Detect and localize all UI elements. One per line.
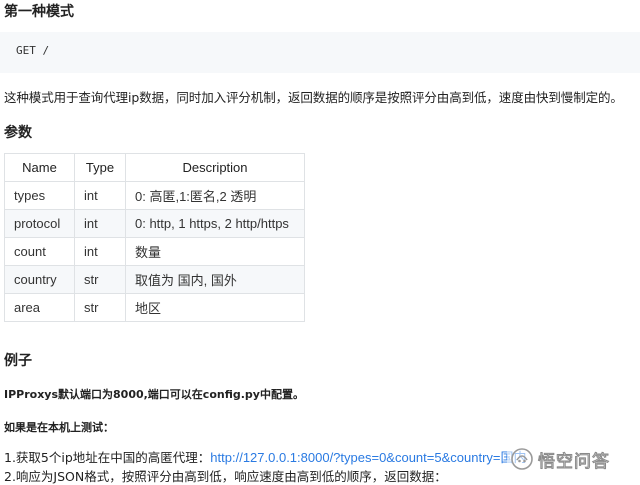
mode-description: 这种模式用于查询代理ip数据，同时加入评分机制，返回数据的顺序是按照评分由高到低…: [4, 90, 623, 105]
table-header-name: Name: [4, 153, 75, 182]
example-url-link[interactable]: http://127.0.0.1:8000/?types=0&count=5&c…: [210, 450, 526, 465]
port-note: IPProxys默认端口为8000,端口可以在config.py中配置。: [4, 388, 304, 401]
table-cell-description: 0: 高匿,1:匿名,2 透明: [125, 181, 305, 210]
table-cell-name: count: [4, 237, 75, 266]
table-cell-description: 数量: [125, 237, 305, 266]
section-title-mode: 第一种模式: [4, 4, 74, 20]
table-cell-type: int: [74, 237, 126, 266]
table-cell-description: 地区: [125, 293, 305, 322]
table-row: country str 取值为 国内, 国外: [4, 265, 305, 294]
section-title-params: 参数: [4, 125, 32, 141]
code-block: GET /: [0, 32, 640, 73]
table-cell-type: str: [74, 265, 126, 294]
example-step-2: 2.响应为JSON格式，按照评分由高到低，响应速度由高到低的顺序，返回数据：: [4, 469, 447, 484]
table-cell-description: 0: http, 1 https, 2 http/https: [125, 209, 305, 238]
table-header-type: Type: [74, 153, 126, 182]
table-cell-description: 取值为 国内, 国外: [125, 265, 305, 294]
code-text: GET /: [16, 44, 50, 57]
local-test-note: 如果是在本机上测试：: [4, 421, 114, 434]
table-row: count int 数量: [4, 237, 305, 266]
table-row: area str 地区: [4, 293, 305, 322]
watermark: 悟空问答: [507, 446, 614, 472]
table-cell-type: int: [74, 181, 126, 210]
wukong-logo-icon: [511, 448, 533, 470]
table-header-description: Description: [125, 153, 305, 182]
table-row: protocol int 0: http, 1 https, 2 http/ht…: [4, 209, 305, 238]
step-1-text: 1.获取5个ip地址在中国的高匿代理：: [4, 450, 211, 465]
table-cell-name: area: [4, 293, 75, 322]
example-step-1: 1.获取5个ip地址在中国的高匿代理：http://127.0.0.1:8000…: [4, 447, 527, 466]
table-cell-name: country: [4, 265, 75, 294]
table-header-row: Name Type Description: [4, 153, 305, 182]
section-title-example: 例子: [4, 353, 32, 369]
table-row: types int 0: 高匿,1:匿名,2 透明: [4, 181, 305, 210]
table-cell-name: types: [4, 181, 75, 210]
table-cell-type: int: [74, 209, 126, 238]
table-cell-type: str: [74, 293, 126, 322]
params-table: Name Type Description types int 0: 高匿,1:…: [4, 153, 305, 322]
table-cell-name: protocol: [4, 209, 75, 238]
watermark-text: 悟空问答: [538, 451, 610, 472]
